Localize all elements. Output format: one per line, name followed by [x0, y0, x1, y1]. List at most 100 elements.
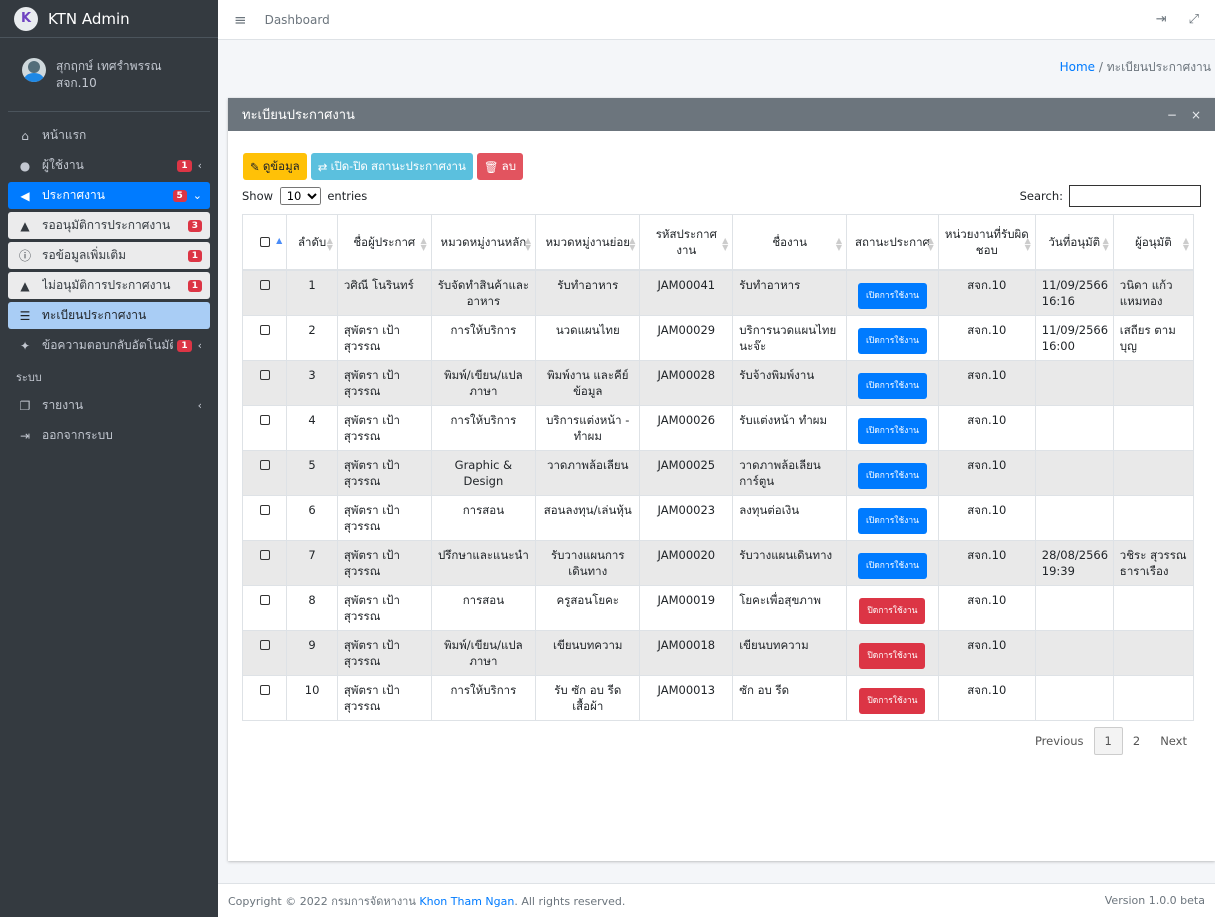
sidebar-item-label: ไม่อนุมัติการประกาศงาน [42, 278, 171, 292]
select-all-checkbox[interactable] [259, 237, 270, 248]
table-row[interactable]: 4 สุพัตรา เป้าสุวรรณ การให้บริการ บริการแต่… [241, 404, 1195, 451]
cell-text: เสถียร ตามบุญ [1119, 322, 1176, 353]
cell-poster: สุพัตรา เป้าสุวรรณ [336, 539, 432, 586]
cell-text: การให้บริการ [450, 412, 517, 427]
cell-text: 10 [304, 682, 320, 697]
column-header[interactable]: หน่วยงานที่รับผิดชอบ ▲ ▼ [937, 214, 1036, 271]
toggle-status-button[interactable]: ⇄ เปิด-ปิด สถานะประกาศงาน [310, 153, 473, 180]
view-button[interactable]: ✎ ดูข้อมูล [243, 153, 307, 180]
sidebar-item-rejected[interactable]: ▲ ไม่อนุมัติการประกาศงาน 1 [8, 272, 210, 299]
column-header[interactable]: ผู้อนุมัติ ▲ ▼ [1112, 214, 1195, 271]
row-select-cell[interactable] [241, 269, 288, 316]
table-row[interactable]: 6 สุพัตรา เป้าสุวรรณ การสอน สอนลงทุน/เล่นหุ… [241, 494, 1195, 541]
status-badge[interactable]: เปิดการใช้งาน [857, 417, 927, 444]
row-select-cell[interactable] [241, 314, 288, 361]
select-all-header[interactable]: ▲ [241, 214, 288, 271]
search-input[interactable] [1069, 185, 1201, 207]
user-panel[interactable]: สุกฤกษ์ เทศรำพรรณ สจก.10 [8, 38, 210, 112]
table-row[interactable]: 2 สุพัตรา เป้าสุวรรณ การให้บริการ นวดแผนไทย… [241, 314, 1195, 361]
sidebar-item-auto-reply[interactable]: ✦ ข้อความตอบกลับอัตโนมัติ 1 ‹ [8, 332, 210, 359]
sidebar-item-users[interactable]: ● ผู้ใช้งาน 1 ‹ [8, 152, 210, 179]
table-row[interactable]: 8 สุพัตรา เป้าสุวรรณ การสอน ครูสอนโยคะ JAM00… [241, 584, 1195, 631]
status-badge[interactable]: เปิดการใช้งาน [857, 282, 927, 309]
cell-code: JAM00028 [639, 359, 734, 406]
delete-button[interactable]: 🗑 ลบ [476, 153, 523, 180]
cell-text: 5 [308, 457, 316, 472]
status-badge[interactable]: เปิดการใช้งาน [857, 327, 927, 354]
cell-unit: สจก.10 [937, 494, 1036, 541]
status-badge[interactable]: เปิดการใช้งาน [857, 507, 927, 534]
sidebar-item-logout[interactable]: ⇥ ออกจากระบบ [8, 422, 210, 449]
column-header[interactable]: สถานะประกาศ ▲ ▼ [846, 214, 939, 271]
status-badge[interactable]: เปิดการใช้งาน [857, 552, 927, 579]
sidebar-nav: ⌂ หน้าแรก ● ผู้ใช้งาน 1 ‹ ◀ ประกาศงาน 5 … [0, 112, 218, 449]
row-checkbox[interactable] [259, 550, 270, 560]
collapse-icon[interactable]: − [1167, 108, 1177, 122]
row-checkbox[interactable] [259, 685, 270, 695]
row-select-cell[interactable] [241, 674, 288, 721]
row-checkbox[interactable] [259, 595, 270, 605]
row-checkbox[interactable] [259, 325, 270, 335]
sidebar-item-pending[interactable]: ▲ รออนุมัติการประกาศงาน 3 [8, 212, 210, 239]
row-select-cell[interactable] [241, 404, 288, 451]
column-header[interactable]: ชื่อผู้ประกาศ ▲ ▼ [336, 214, 432, 271]
pagination-page-1[interactable]: 1 [1093, 726, 1123, 755]
column-header-label: สถานะประกาศ [855, 234, 930, 249]
breadcrumb-home[interactable]: Home [1060, 60, 1095, 74]
hamburger-icon[interactable]: ≡ [234, 11, 247, 29]
sign-out-icon[interactable]: ⇥ [1156, 12, 1167, 27]
column-header[interactable]: หมวดหมู่งานย่อย ▲ ▼ [535, 214, 641, 271]
pagination-page-2[interactable]: 2 [1123, 728, 1150, 754]
status-badge[interactable]: ปิดการใช้งาน [859, 687, 926, 714]
sidebar-item-home[interactable]: ⌂ หน้าแรก [8, 122, 210, 149]
cell-sub: วาดภาพล้อเลียน [535, 449, 641, 496]
entries-select[interactable]: 10 [279, 187, 321, 205]
table-row[interactable]: 1 วศิณี โนรินทร์ รับจัดทำสินค้าและอาหาร รับ… [241, 269, 1195, 316]
pagination-previous[interactable]: Previous [1025, 728, 1094, 754]
row-checkbox[interactable] [259, 505, 270, 515]
sidebar-item-more-info[interactable]: ⓘ รอข้อมูลเพิ่มเติม 1 [8, 242, 210, 269]
row-select-cell[interactable] [241, 629, 288, 676]
cell-text: สจก.10 [967, 592, 1007, 607]
sidebar-item-reports[interactable]: ❐ รายงาน ‹ [8, 392, 210, 419]
status-badge[interactable]: ปิดการใช้งาน [859, 597, 926, 624]
table-row[interactable]: 9 สุพัตรา เป้าสุวรรณ พิมพ์/เขียน/แปลภาษา เข… [241, 629, 1195, 676]
sidebar-item-jobs[interactable]: ◀ ประกาศงาน 5 ⌄ [8, 182, 210, 209]
row-select-cell[interactable] [241, 539, 288, 586]
table-row[interactable]: 5 สุพัตรา เป้าสุวรรณ Graphic & Design วาดภา… [241, 449, 1195, 496]
row-checkbox[interactable] [259, 460, 270, 470]
row-select-cell[interactable] [241, 359, 288, 406]
column-header[interactable]: รหัสประกาศงาน ▲ ▼ [639, 214, 734, 271]
table-row[interactable]: 7 สุพัตรา เป้าสุวรรณ ปรึกษาและแนะนำ รับวางแ… [241, 539, 1195, 586]
status-badge[interactable]: ปิดการใช้งาน [859, 642, 926, 669]
row-checkbox[interactable] [259, 370, 270, 380]
cell-date: 11/09/2566 16:16 [1034, 269, 1114, 316]
table-row[interactable]: 10 สุพัตรา เป้าสุวรรณ การให้บริการ รับ ซัก … [241, 674, 1195, 721]
column-header[interactable]: วันที่อนุมัติ ▲ ▼ [1034, 214, 1114, 271]
cell-status: เปิดการใช้งาน [846, 269, 939, 316]
status-badge[interactable]: เปิดการใช้งาน [857, 462, 927, 489]
pagination-next[interactable]: Next [1150, 728, 1197, 754]
row-checkbox[interactable] [259, 640, 270, 650]
cell-sub: พิมพ์งาน และคีย์ข้อมูล [535, 359, 641, 406]
status-badge[interactable]: เปิดการใช้งาน [857, 372, 927, 399]
cell-text: เขียนบทความ [739, 637, 809, 652]
cell-text: วชิระ สุวรรณธาราเรือง [1119, 547, 1187, 578]
row-checkbox[interactable] [259, 280, 270, 290]
row-select-cell[interactable] [241, 584, 288, 631]
row-checkbox[interactable] [259, 415, 270, 425]
row-select-cell[interactable] [241, 449, 288, 496]
close-icon[interactable]: × [1191, 108, 1201, 122]
column-header[interactable]: ชื่องาน ▲ ▼ [732, 214, 848, 271]
cell-job: ลงทุนต่อเงิน [732, 494, 848, 541]
pending-badge: 3 [187, 219, 202, 232]
sidebar-item-registry[interactable]: ☰ ทะเบียนประกาศงาน [8, 302, 210, 329]
column-header[interactable]: ลำดับ ▲ ▼ [286, 214, 338, 271]
brand-link[interactable]: K KTN Admin [0, 0, 218, 38]
org-link[interactable]: Khon Tham Ngan [419, 895, 514, 908]
row-select-cell[interactable] [241, 494, 288, 541]
column-header[interactable]: หมวดหมู่งานหลัก ▲ ▼ [430, 214, 537, 271]
table-row[interactable]: 3 สุพัตรา เป้าสุวรรณ พิมพ์/เขียน/แปลภาษา พิ… [241, 359, 1195, 406]
fullscreen-icon[interactable]: ⤢ [1189, 12, 1199, 27]
topbar-dashboard-link[interactable]: Dashboard [265, 13, 1134, 27]
